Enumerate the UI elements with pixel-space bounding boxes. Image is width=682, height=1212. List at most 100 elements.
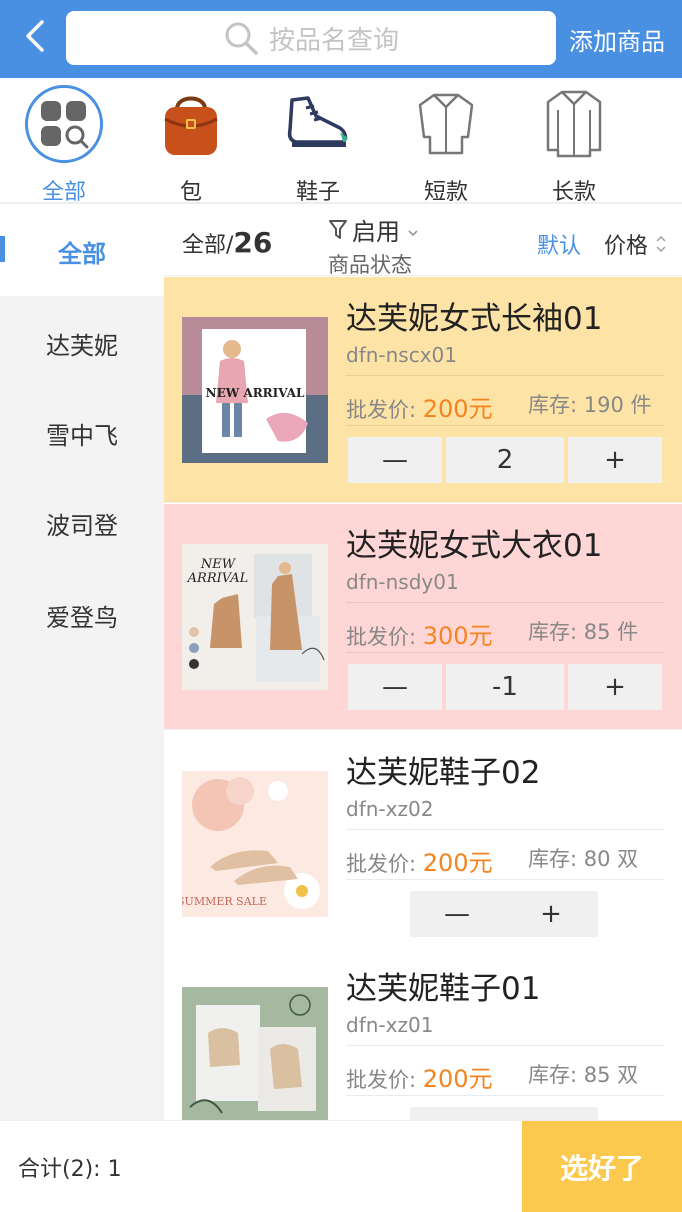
increment-button[interactable]: +: [504, 891, 598, 937]
category-label: 包: [179, 180, 202, 205]
sidebar-item-label: 爱登鸟: [46, 603, 118, 632]
sort-default[interactable]: 默认: [537, 228, 581, 260]
category-label: 全部: [41, 180, 86, 205]
status-filter[interactable]: 启用 商品状态: [328, 212, 428, 279]
sidebar-item-xuezhongfei[interactable]: 雪中飞: [0, 388, 164, 478]
filter-icon: [329, 219, 347, 239]
price-line: 批发价: 200元: [346, 843, 493, 878]
short-shirt-icon: [418, 93, 474, 155]
product-card[interactable]: 达芙妮鞋子01 dfn-xz01 批发价: 200元 库存: 85 双 — +: [164, 947, 682, 1120]
sidebar-item-aidengniao[interactable]: 爱登鸟: [0, 570, 164, 660]
category-long[interactable]: 长款: [524, 84, 624, 206]
quantity-value[interactable]: -1: [446, 664, 564, 710]
price-label: 批发价:: [346, 1068, 417, 1092]
price-value: 200元: [422, 849, 493, 877]
count-value: 26: [233, 226, 273, 259]
thumb-text: SUMMER SALE: [182, 895, 267, 908]
sort-price[interactable]: 价格: [604, 228, 668, 260]
total-summary: 合计(2): 1: [18, 1157, 122, 1182]
category-bar: 全部 包 鞋子 短款 长款: [0, 78, 682, 206]
increment-button[interactable]: +: [504, 1107, 598, 1120]
product-card[interactable]: SUMMER SALE 达芙妮鞋子02 dfn-xz02 批发价: 200元 库…: [164, 731, 682, 957]
quantity-stepper[interactable]: — 2 +: [348, 437, 666, 483]
category-label: 短款: [423, 180, 468, 205]
grid-search-icon: [41, 101, 89, 149]
product-list: NEW ARRIVAL 达芙妮女式长袖01 dfn-nscx01 批发价: 20…: [164, 277, 682, 1120]
quantity-value[interactable]: 2: [446, 437, 564, 483]
done-button[interactable]: 选好了: [522, 1121, 682, 1212]
quantity-stepper[interactable]: — -1 +: [348, 664, 666, 710]
sort-arrows-icon: [656, 235, 666, 253]
sidebar-item-all[interactable]: 全部: [0, 206, 164, 296]
product-card[interactable]: NEW ARRIVAL 达芙妮女式长袖01 dfn-nscx01 批发价: 20…: [164, 277, 682, 503]
price-line: 批发价: 200元: [346, 1059, 493, 1094]
search-input[interactable]: 按品名查询: [66, 11, 556, 65]
product-card[interactable]: NEW ARRIVAL 达芙妮女式大衣01 dfn-nsdy01 批发价: 30…: [164, 504, 682, 730]
shoe-icon: [287, 96, 348, 147]
product-name: 达芙妮女式大衣01: [346, 528, 603, 564]
long-shirt-icon: [546, 90, 602, 158]
quantity-stepper[interactable]: — +: [410, 891, 602, 937]
price-label: 批发价:: [346, 625, 417, 649]
divider: [346, 375, 664, 376]
sort-price-label: 价格: [604, 234, 649, 259]
divider: [346, 829, 664, 830]
sidebar-item-label: 雪中飞: [46, 421, 118, 450]
decrement-button[interactable]: —: [410, 891, 504, 937]
product-image: NEW ARRIVAL: [182, 544, 328, 690]
price-label: 批发价:: [346, 398, 417, 422]
product-name: 达芙妮鞋子01: [346, 971, 541, 1007]
product-image: NEW ARRIVAL: [182, 317, 328, 463]
decrement-button[interactable]: —: [348, 664, 442, 710]
filter-bar: 全部/26 启用 商品状态 默认 价格: [164, 206, 682, 279]
chevron-down-icon: [408, 229, 418, 236]
thumb-text: NEW: [200, 557, 237, 572]
sidebar-item-label: 达芙妮: [46, 331, 118, 360]
category-shoes[interactable]: 鞋子: [268, 84, 368, 206]
divider: [346, 602, 664, 603]
product-name: 达芙妮女式长袖01: [346, 301, 603, 337]
category-all[interactable]: 全部: [14, 84, 114, 206]
count-prefix: 全部/: [182, 233, 234, 258]
product-count: 全部/26: [182, 226, 272, 259]
quantity-stepper[interactable]: — +: [410, 1107, 602, 1120]
decrement-button[interactable]: —: [348, 437, 442, 483]
price-line: 批发价: 300元: [346, 616, 493, 651]
chevron-left-icon: [26, 20, 44, 52]
product-image: [182, 987, 328, 1120]
thumb-text: ARRIVAL: [187, 571, 249, 586]
stock-value: 库存: 85 双: [528, 1063, 639, 1087]
top-bar: 按品名查询 添加商品: [0, 0, 682, 78]
price-line: 批发价: 200元: [346, 389, 493, 424]
product-name: 达芙妮鞋子02: [346, 755, 541, 791]
divider: [346, 425, 664, 426]
product-code: dfn-xz01: [346, 1013, 434, 1037]
product-image: SUMMER SALE: [182, 771, 328, 917]
bottom-bar: 合计(2): 1 选好了: [0, 1120, 682, 1212]
stock-value: 库存: 85 件: [528, 620, 639, 644]
product-code: dfn-xz02: [346, 797, 434, 821]
product-code: dfn-nscx01: [346, 343, 458, 367]
price-value: 200元: [422, 1065, 493, 1093]
thumb-text: NEW ARRIVAL: [206, 386, 305, 400]
price-value: 200元: [422, 395, 493, 423]
divider: [346, 1045, 664, 1046]
category-short[interactable]: 短款: [396, 84, 496, 206]
bag-icon: [164, 96, 218, 155]
decrement-button[interactable]: —: [410, 1107, 504, 1120]
back-button[interactable]: [20, 16, 50, 56]
category-bag[interactable]: 包: [141, 84, 241, 206]
sidebar-item-bosideng[interactable]: 波司登: [0, 478, 164, 568]
price-label: 批发价:: [346, 852, 417, 876]
increment-button[interactable]: +: [568, 437, 662, 483]
increment-button[interactable]: +: [568, 664, 662, 710]
stock-value: 库存: 80 双: [528, 847, 639, 871]
add-product-button[interactable]: 添加商品: [562, 0, 672, 78]
sidebar-item-label: 波司登: [46, 511, 118, 540]
divider: [346, 1095, 664, 1096]
brand-sidebar: 全部 达芙妮 雪中飞 波司登 爱登鸟: [0, 206, 164, 1120]
sidebar-item-daphne[interactable]: 达芙妮: [0, 298, 164, 388]
divider: [346, 652, 664, 653]
price-value: 300元: [422, 622, 493, 650]
divider: [346, 879, 664, 880]
